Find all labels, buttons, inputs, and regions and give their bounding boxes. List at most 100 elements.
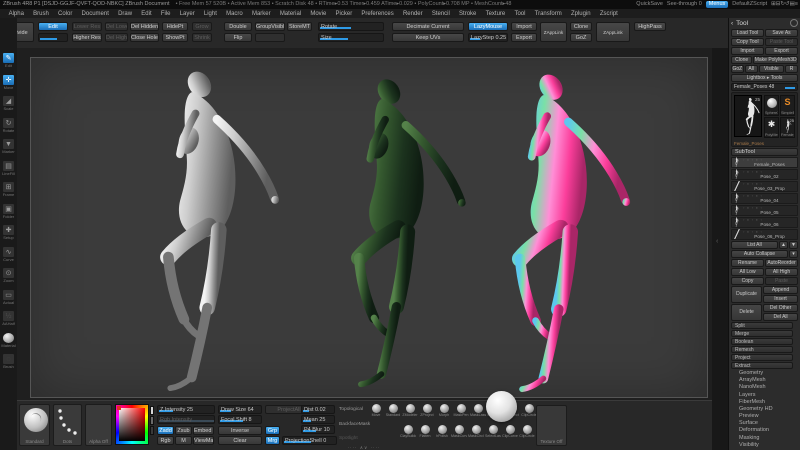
subpalette-header[interactable]: Geometry <box>731 370 798 377</box>
recent-tool-simplebrush[interactable]: SSimpleBrush <box>780 94 795 116</box>
subpalette-header[interactable]: NanoMesh <box>731 384 798 391</box>
higher-res-button[interactable]: Higher Res <box>72 33 102 42</box>
brush-shortcut-button[interactable]: ZModeler <box>402 404 418 417</box>
subtool-item[interactable]: ◦ ▪ ◦ ▪ ◦ Pose_06_Prop <box>731 228 798 240</box>
flip-button[interactable]: Flip <box>224 33 252 42</box>
current-texture-thumbnail[interactable]: Texture Off <box>536 405 567 446</box>
menu-item[interactable]: Marker <box>247 11 275 17</box>
highpass-button[interactable]: HighPass <box>634 22 666 31</box>
left-toolbar-item[interactable]: ⊞ Frame <box>1 181 16 198</box>
menu-item[interactable]: Light <box>199 11 221 17</box>
del-higher-button[interactable]: Del Higher <box>105 33 128 42</box>
autoreorder-button[interactable]: AutoReorder <box>765 258 798 267</box>
import-button[interactable]: Import <box>511 22 537 31</box>
material-preview-sphere[interactable] <box>486 391 517 422</box>
recent-tool-polymesh3d[interactable]: ✱PolyMesh3D <box>764 116 779 138</box>
color-picker[interactable] <box>115 404 149 445</box>
left-toolbar-item[interactable]: Material <box>1 331 16 349</box>
menu-item[interactable]: Edit <box>137 11 157 17</box>
all-low-button[interactable]: All Low <box>731 267 764 276</box>
left-toolbar-item[interactable]: ∿ Curve <box>1 245 16 263</box>
goz-visible-button[interactable]: Visible <box>758 64 785 73</box>
subtool-item[interactable]: ◦ ▪ ◦ ▪ ◦ Pose_06 <box>731 216 798 228</box>
tool-palette-header[interactable]: ‹ Tool <box>731 19 798 28</box>
menu-item[interactable]: Draw <box>114 11 137 17</box>
menu-item[interactable]: Material <box>275 11 306 17</box>
left-toolbar-item[interactable]: ▼ Marker <box>1 138 16 155</box>
active-tool-slider[interactable]: Female_Poses 48 <box>731 82 798 91</box>
goz-tool-button[interactable]: GoZ <box>731 64 744 73</box>
collapse-arrow-button[interactable]: ▾ <box>789 249 798 258</box>
menu-item[interactable]: Brush <box>29 11 54 17</box>
topological-label[interactable]: Topological <box>339 407 363 412</box>
document-canvas[interactable] <box>30 57 708 398</box>
recent-tool-female-poses[interactable]: 25Female_Poses <box>780 116 795 138</box>
append-button[interactable]: Append <box>763 285 798 294</box>
brush-shortcut-button[interactable]: Move <box>368 404 384 417</box>
clone-tool-button[interactable]: Clone <box>731 55 753 64</box>
goz-all-button[interactable]: All <box>744 64 758 73</box>
menu-item[interactable]: Transform <box>530 11 566 17</box>
brush-shortcut-button[interactable]: ClipCircle <box>519 425 535 438</box>
zadd-button[interactable]: Zadd <box>157 426 174 435</box>
duplicate-button[interactable]: Duplicate <box>731 285 763 303</box>
subtool-item[interactable]: ◦ ▪ ◦ ▪ ◦ Pose_03_Prop <box>731 180 798 192</box>
subtool-item[interactable]: ◦ ▪ ◦ ▪ ◦ Pose_05 <box>731 204 798 216</box>
left-toolbar-item[interactable]: ⊙ Zoom <box>1 267 16 284</box>
copy-subtool-button[interactable]: Copy <box>731 276 764 285</box>
close-holes-button[interactable]: Close Holes <box>130 33 159 42</box>
decimate-current-button[interactable]: Decimate Current <box>392 22 464 31</box>
left-toolbar-item[interactable]: ▤ LineFill <box>1 159 16 177</box>
lazymouse-button[interactable]: LazyMouse <box>468 22 508 31</box>
auto-collapse-button[interactable]: Auto Collapse <box>731 249 788 258</box>
clone-button[interactable]: Clone <box>570 22 592 31</box>
brush-shortcut-button[interactable]: hPolish <box>434 425 450 438</box>
del-hidden-button[interactable]: Del Hidden <box>130 22 159 31</box>
storemt-button[interactable]: StoreMT <box>287 22 312 31</box>
menu-item[interactable]: Layer <box>175 11 199 17</box>
menu-item[interactable]: File <box>156 11 175 17</box>
subtool-section-bar[interactable]: Boolean <box>731 337 793 345</box>
left-toolbar-item[interactable]: ½ AAHalf <box>1 310 16 327</box>
goz-r-button[interactable]: R <box>785 64 798 73</box>
menu-item[interactable]: Picker <box>331 11 357 17</box>
current-stroke-thumbnail[interactable]: Dots <box>53 404 82 446</box>
delete-button[interactable]: Delete <box>731 303 763 321</box>
del-other-button[interactable]: Del Other <box>763 303 798 312</box>
titlebar-icon[interactable]: ≡ <box>795 1 798 7</box>
p4-blur-slider[interactable]: P4 Blur 10 <box>301 425 335 434</box>
subtool-section-bar[interactable]: Extract <box>731 361 793 369</box>
subpalette-header[interactable]: FiberMesh <box>731 399 798 406</box>
size-slider[interactable]: Size <box>318 33 384 42</box>
brush-shortcut-button[interactable]: ClipCircle <box>521 404 537 417</box>
shrink-button[interactable]: Shrink <box>192 33 212 42</box>
rgb-button[interactable]: Rgb <box>157 436 174 445</box>
current-brush-thumbnail[interactable]: Standard <box>19 404 50 446</box>
embed-button[interactable]: Embed 8 <box>193 426 214 435</box>
subpalette-header[interactable]: Geometry HD <box>731 406 798 413</box>
recent-tool-sphere[interactable]: Sphere3D <box>764 94 779 116</box>
import-tool-button[interactable]: Import <box>731 46 764 55</box>
inverse-button[interactable]: Inverse <box>218 426 262 435</box>
brush-shortcut-button[interactable]: ZProject <box>419 404 435 417</box>
mean-slider[interactable]: Mean 25 <box>301 415 335 424</box>
subtool-down-button[interactable]: ▼ <box>789 240 798 249</box>
menu-item[interactable]: Zscript <box>595 11 622 17</box>
subpalette-header[interactable]: Surface <box>731 420 798 427</box>
brush-shortcut-button[interactable]: Standard <box>385 404 401 417</box>
rename-button[interactable]: Rename <box>731 258 764 267</box>
load-tool-button[interactable]: Load Tool <box>731 28 764 37</box>
showpt-button[interactable]: ShowPt <box>162 33 188 42</box>
brush-shortcut-button[interactable]: Morph <box>436 404 452 417</box>
dist-slider[interactable]: Dist 0.02 <box>301 405 335 414</box>
goz-button[interactable]: GoZ <box>570 33 592 42</box>
menu-item[interactable]: Render <box>398 11 427 17</box>
list-all-button[interactable]: List All <box>731 240 778 249</box>
subpalette-header[interactable]: Preview <box>731 413 798 420</box>
brush-shortcut-button[interactable]: Flatten <box>417 425 433 438</box>
current-alpha-thumbnail[interactable]: Alpha Off <box>85 404 112 446</box>
lightbox-tools-button[interactable]: Lightbox ▸ Tools <box>731 73 798 82</box>
brush-shortcut-button[interactable]: SelectLasso <box>485 425 501 438</box>
menu-item[interactable]: Zplugin <box>566 11 595 17</box>
double-button[interactable]: Double <box>224 22 252 31</box>
